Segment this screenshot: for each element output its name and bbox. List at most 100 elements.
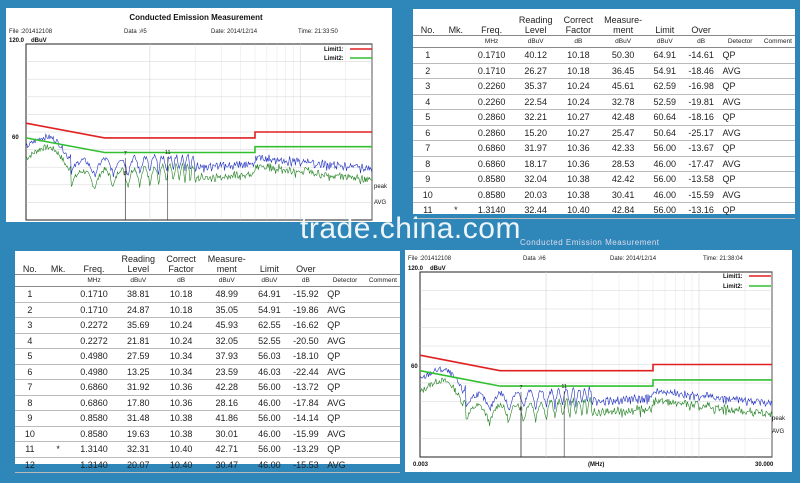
yunit-label: dBuV: [31, 38, 47, 44]
table-cell: -15.99: [287, 426, 325, 442]
table-cell: [760, 140, 795, 157]
table-cell: 35.37: [514, 78, 558, 95]
header-reading: Reading Level: [121, 254, 156, 274]
table-cell: [442, 171, 470, 188]
table-cell: [365, 364, 400, 380]
marker-label: 7: [519, 385, 522, 391]
table-cell: 30.47: [202, 457, 252, 473]
unit-cell: dBuV: [116, 274, 160, 287]
table-cell: [760, 202, 795, 219]
data-label: Data :#6: [523, 256, 546, 262]
table-row: 7 0.6860 31.92 10.36 42.28 56.00 -13.72 QP: [15, 379, 400, 396]
table-cell: -19.81: [682, 94, 720, 110]
table-cell: 21.81: [116, 333, 160, 349]
table-cell: 20.03: [514, 187, 558, 203]
table-cell: -14.61: [682, 47, 720, 64]
table-cell: 32.04: [514, 171, 558, 188]
unit-cell: dBuV: [202, 274, 252, 287]
table-cell: [365, 379, 400, 396]
table-cell: AVG: [324, 302, 366, 318]
table-row: 3 0.2260 35.37 10.24 45.61 62.59 -16.98 QP: [413, 78, 795, 95]
header-correct: Correct Factor: [166, 254, 196, 274]
table-row: 5 0.4980 27.59 10.34 37.93 56.03 -18.10 QP: [15, 348, 400, 365]
table-cell: 45.93: [202, 317, 252, 334]
peak-label: peak: [772, 416, 786, 422]
table-units-row: MHz dBuV dB dBuV dBuV dB Detector Comment: [15, 274, 400, 287]
table-cell: 10.24: [159, 317, 203, 334]
header-comment: [761, 13, 795, 36]
table-cell: 10.24: [159, 333, 203, 349]
table-cell: -25.17: [682, 125, 720, 141]
table-cell: 10.18: [159, 302, 203, 318]
table-cell: -13.16: [682, 202, 720, 219]
unit-cell: [413, 35, 443, 48]
table-cell: 20.07: [116, 457, 160, 473]
watermark-subtitle: Conducted Emission Measurement: [520, 238, 660, 247]
table-cell: 0.8580: [71, 410, 117, 427]
unit-cell: Detector: [324, 274, 366, 287]
table-cell: 10.38: [159, 426, 203, 442]
table-cell: *: [44, 441, 72, 458]
data-label: Data :#5: [124, 29, 147, 35]
table-cell: -17.84: [287, 395, 325, 411]
table-cell: 56.00: [251, 379, 288, 396]
table-cell: 56.00: [251, 441, 288, 458]
table-cell: -18.46: [682, 63, 720, 79]
table-cell: 0.6860: [71, 379, 117, 396]
table-cell: 46.00: [646, 156, 683, 172]
avg-label: AVG: [772, 429, 785, 435]
table-cell: 23.59: [202, 364, 252, 380]
table-cell: 0.2272: [71, 333, 117, 349]
table-cell: 32.31: [116, 441, 160, 458]
table-cell: 45.61: [599, 78, 647, 95]
table-cell: [760, 125, 795, 141]
table-cell: 1: [413, 47, 443, 64]
xmin-label: 0.003: [413, 462, 429, 468]
table-cell: 56.00: [646, 171, 683, 188]
table-cell: [365, 333, 400, 349]
table-cell: 24.87: [116, 302, 160, 318]
yunit-label: dBuV: [430, 266, 446, 272]
legend-limit1-label: Limit1:: [324, 47, 344, 53]
peak-label: peak: [374, 184, 388, 190]
table-cell: 10.36: [159, 379, 203, 396]
table-cell: 22.54: [514, 94, 558, 110]
table-cell: 0.6860: [469, 140, 515, 157]
table-cell: 64.91: [251, 286, 288, 303]
table-cell: 27.59: [116, 348, 160, 365]
file-label: File :201412108: [408, 256, 452, 262]
table-cell: -15.92: [287, 286, 325, 303]
table-cell: -13.29: [287, 441, 325, 458]
table-row: 3 0.2272 35.69 10.24 45.93 62.55 -16.62 QP: [15, 317, 400, 334]
table-cell: 28.53: [599, 156, 647, 172]
table-units-row: MHz dBuV dB dBuV dBuV dB Detector Comment: [413, 35, 795, 48]
file-label: File :201412108: [9, 29, 53, 35]
table-cell: 18.17: [514, 156, 558, 172]
table-cell: [442, 187, 470, 203]
table-panel-bottom: No. Mk. Freq. Reading Level Correct Fact…: [15, 251, 400, 473]
unit-cell: Comment: [760, 35, 795, 48]
table-cell: 36.45: [599, 63, 647, 79]
legend-limit1-label: Limit1:: [723, 274, 743, 280]
table-cell: 13.25: [116, 364, 160, 380]
table-cell: QP: [719, 47, 761, 64]
marker-label: 11: [561, 384, 567, 390]
header-measurement: Measure-ment: [207, 254, 246, 274]
table-cell: 0.1710: [71, 302, 117, 318]
measurement-table-bottom: No. Mk. Freq. Reading Level Correct Fact…: [15, 252, 400, 473]
unit-cell: Comment: [365, 274, 400, 287]
table-cell: 10.38: [557, 187, 600, 203]
table-cell: 5: [413, 109, 443, 126]
table-cell: [44, 348, 72, 365]
xunit-label: (MHz): [588, 462, 604, 468]
table-cell: [44, 302, 72, 318]
unit-cell: dBuV: [646, 35, 683, 48]
table-cell: 35.69: [116, 317, 160, 334]
watermark: trade.china.com: [300, 212, 521, 245]
table-cell: 30.41: [599, 187, 647, 203]
table-cell: 10.18: [159, 286, 203, 303]
table-cell: QP: [719, 202, 761, 219]
table-cell: 32.21: [514, 109, 558, 126]
plot-area-bottom: 7 8 11: [419, 271, 773, 458]
table-cell: 11: [15, 441, 45, 458]
